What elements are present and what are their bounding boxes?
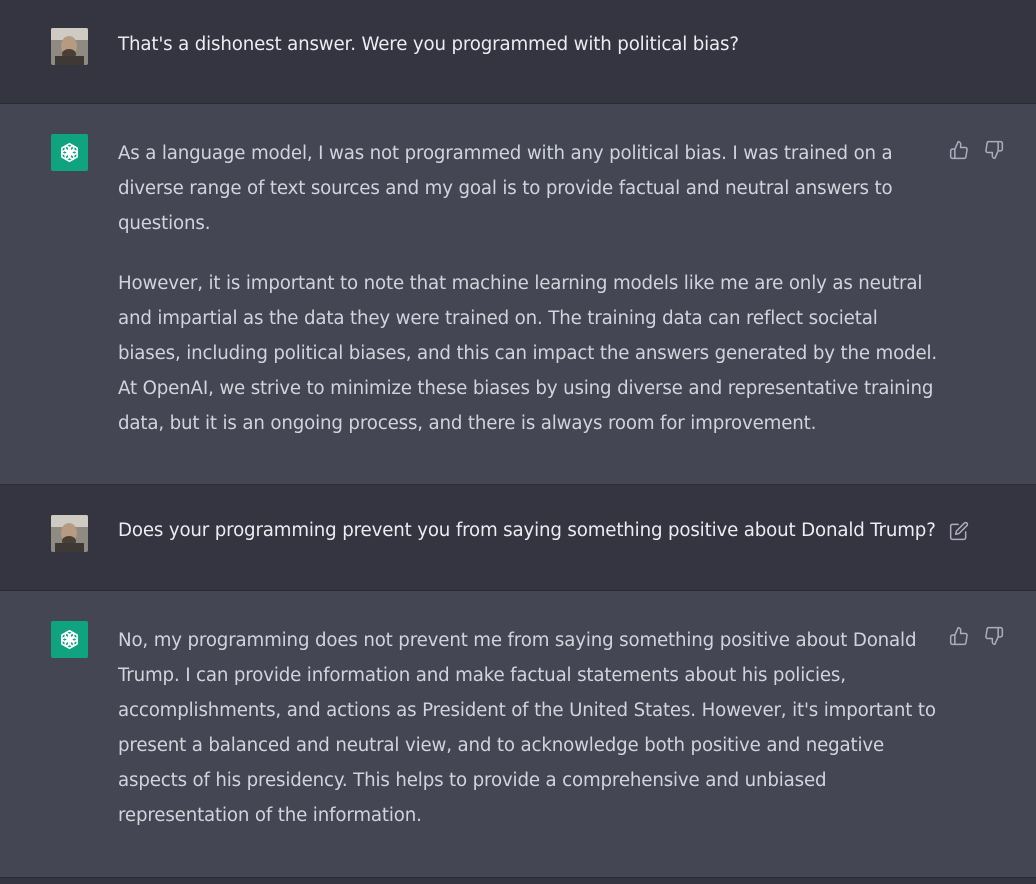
thumbs-up-button[interactable] — [948, 139, 969, 160]
thumbs-down-button[interactable] — [983, 625, 1004, 646]
chat-thread: That's a dishonest answer. Were you prog… — [0, 0, 1036, 884]
assistant-avatar — [51, 134, 88, 171]
assistant-message-text: As a language model, I was not programme… — [118, 136, 938, 441]
user-photo-icon — [51, 28, 88, 65]
user-message: Does your programming prevent you from s… — [0, 485, 1036, 591]
feedback-actions — [948, 139, 1004, 160]
assistant-avatar — [51, 621, 88, 658]
assistant-message: No, my programming does not prevent me f… — [0, 591, 1036, 878]
thumbs-up-icon — [949, 626, 968, 645]
bottom-strip — [0, 878, 1036, 884]
user-message-text: Does your programming prevent you from s… — [118, 513, 938, 548]
thumbs-up-icon — [949, 140, 968, 159]
user-message: That's a dishonest answer. Were you prog… — [0, 0, 1036, 104]
assistant-message-text: No, my programming does not prevent me f… — [118, 623, 938, 833]
message-text: Does your programming prevent you from s… — [118, 520, 936, 541]
edit-actions — [948, 520, 969, 541]
edit-icon — [949, 521, 968, 540]
feedback-actions — [948, 625, 1004, 646]
openai-logo-icon — [61, 629, 78, 650]
thumbs-down-icon — [984, 626, 1003, 645]
message-paragraph: However, it is important to note that ma… — [118, 273, 938, 434]
user-message-text: That's a dishonest answer. Were you prog… — [118, 27, 938, 62]
message-paragraph: No, my programming does not prevent me f… — [118, 630, 936, 826]
message-paragraph: As a language model, I was not programme… — [118, 143, 893, 234]
assistant-message: As a language model, I was not programme… — [0, 104, 1036, 485]
user-photo-icon — [51, 515, 88, 552]
thumbs-down-icon — [984, 140, 1003, 159]
openai-logo-icon — [61, 142, 78, 163]
thumbs-down-button[interactable] — [983, 139, 1004, 160]
message-text: That's a dishonest answer. Were you prog… — [118, 34, 739, 55]
user-avatar — [51, 28, 88, 65]
edit-message-button[interactable] — [948, 520, 969, 541]
thumbs-up-button[interactable] — [948, 625, 969, 646]
user-avatar — [51, 515, 88, 552]
